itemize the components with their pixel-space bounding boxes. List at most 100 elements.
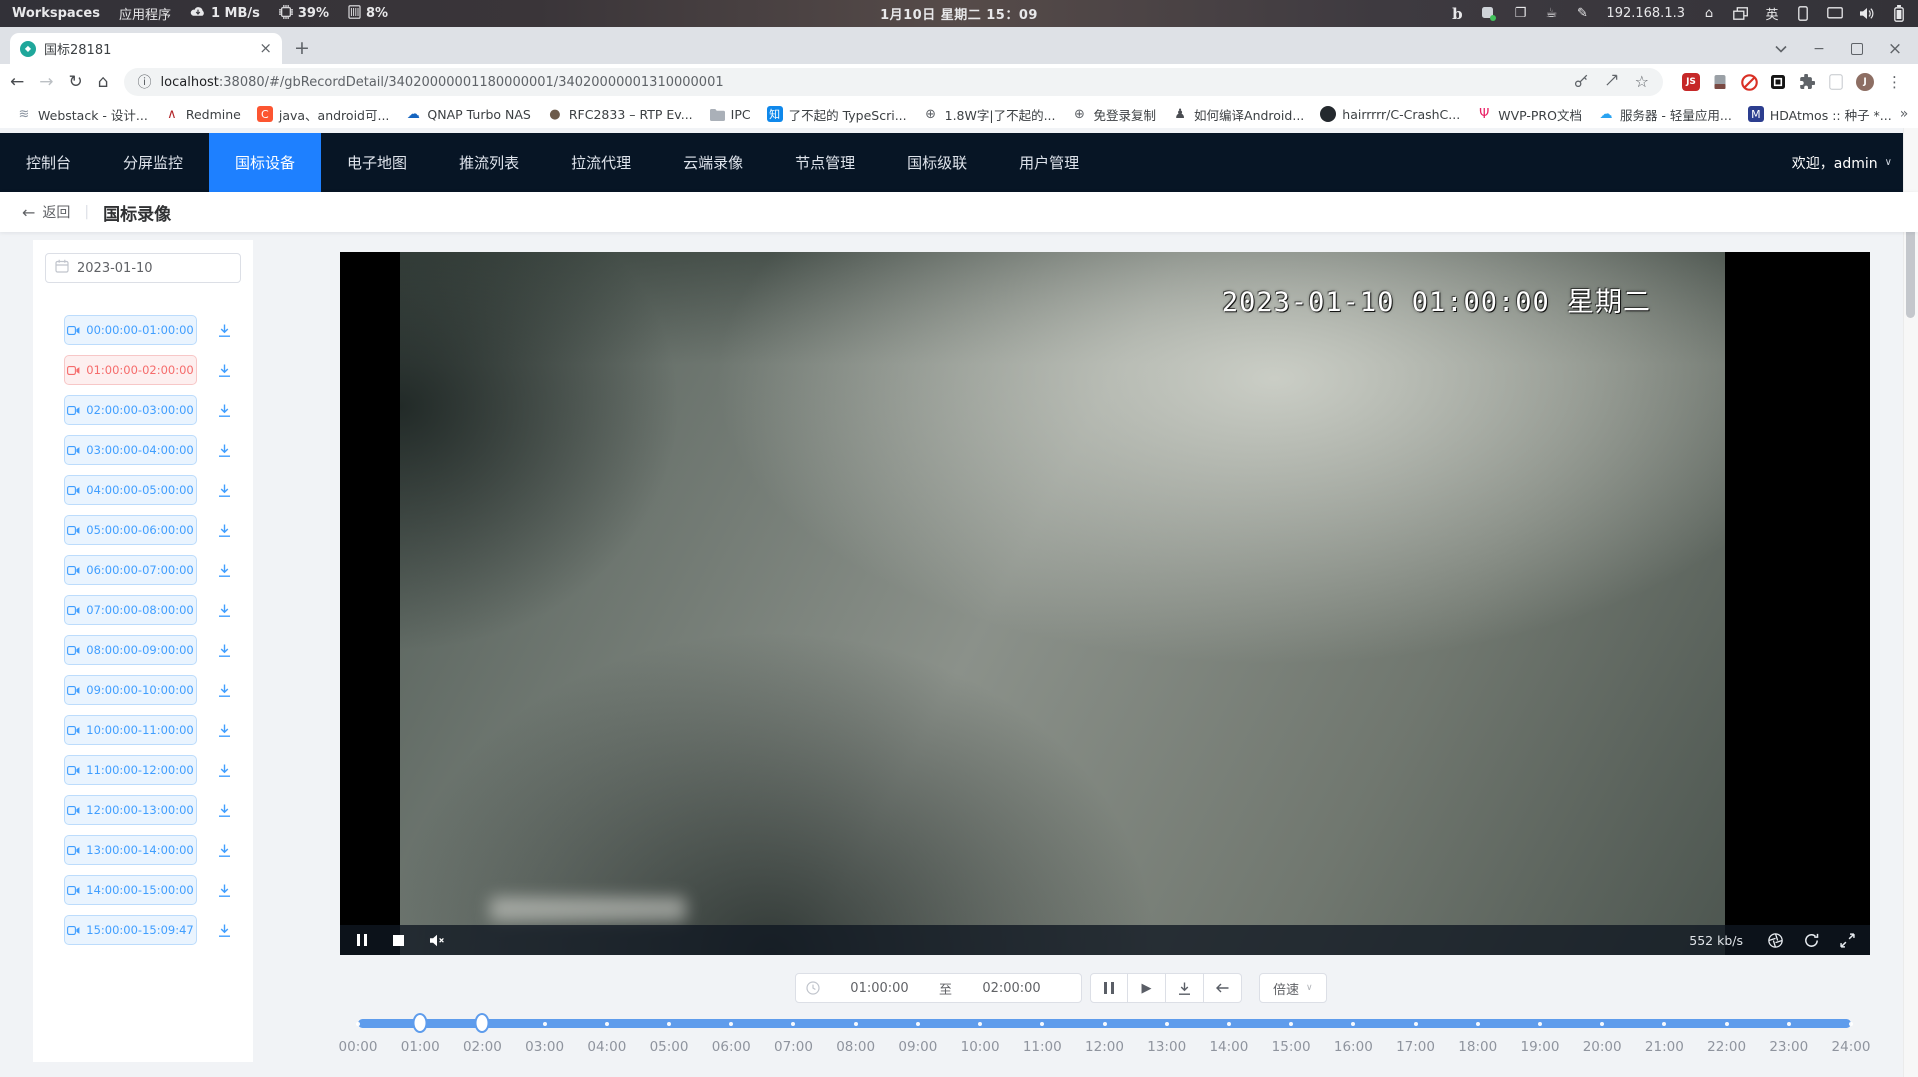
- ip-address[interactable]: 192.168.1.3: [1606, 5, 1685, 23]
- nav-tab-4[interactable]: 电子地图: [321, 133, 433, 192]
- download-record-icon[interactable]: [217, 563, 232, 578]
- download-record-icon[interactable]: [217, 523, 232, 538]
- video-player[interactable]: 2023-01-10 01:00:00 星期二 552 kb/s: [340, 252, 1870, 955]
- download-record-icon[interactable]: [217, 443, 232, 458]
- player-mute-icon[interactable]: [430, 934, 446, 947]
- download-record-icon[interactable]: [217, 403, 232, 418]
- record-time-button[interactable]: 11:00:00-12:00:00: [64, 755, 197, 785]
- clock[interactable]: 1月10日 星期二 15：09: [880, 4, 1038, 23]
- applications-menu[interactable]: 应用程序: [119, 4, 171, 23]
- fullscreen-icon[interactable]: [1840, 933, 1855, 948]
- download-button[interactable]: [1166, 973, 1204, 1003]
- browser-home-icon[interactable]: ⌂: [98, 74, 109, 91]
- bookmark-item[interactable]: ≋Webstack - 设计...: [8, 102, 156, 127]
- playback-speed-dropdown[interactable]: 倍速 ∨: [1259, 973, 1327, 1003]
- browser-menu-icon[interactable]: ⋮: [1885, 73, 1904, 91]
- download-record-icon[interactable]: [217, 803, 232, 818]
- record-time-button[interactable]: 05:00:00-06:00:00: [64, 515, 197, 545]
- tab-close-icon[interactable]: ×: [259, 41, 272, 56]
- download-record-icon[interactable]: [217, 763, 232, 778]
- record-time-button[interactable]: 13:00:00-14:00:00: [64, 835, 197, 865]
- tab-search-chevron-icon[interactable]: [1774, 42, 1788, 56]
- user-menu[interactable]: 欢迎，admin ∨: [1792, 153, 1918, 173]
- battery-icon[interactable]: [1892, 5, 1906, 23]
- bookmark-item[interactable]: Cjava、android可...: [249, 102, 398, 127]
- bookmark-star-icon[interactable]: ☆: [1635, 74, 1649, 90]
- bookmark-item[interactable]: hairrrrr/C-CrashC...: [1312, 103, 1468, 125]
- nav-tab-5[interactable]: 推流列表: [433, 133, 545, 192]
- coffee-cup-icon[interactable]: ☕: [1544, 5, 1558, 23]
- back-button[interactable]: ← 返回: [22, 202, 70, 222]
- input-method-indicator[interactable]: 英: [1765, 5, 1779, 23]
- address-bar[interactable]: ⓘ localhost:38080/#/gbRecordDetail/34020…: [124, 68, 1663, 96]
- record-time-button[interactable]: 02:00:00-03:00:00: [64, 395, 197, 425]
- password-key-icon[interactable]: [1574, 73, 1589, 92]
- bookmark-item[interactable]: ●RFC2833 – RTP Ev...: [539, 103, 701, 125]
- bing-icon[interactable]: b: [1450, 5, 1464, 23]
- timeline-handle[interactable]: [475, 1013, 490, 1033]
- end-time-input[interactable]: 02:00:00: [952, 981, 1071, 996]
- bookmark-item[interactable]: MHDAtmos :: 种子 *...: [1740, 102, 1900, 127]
- record-time-button[interactable]: 09:00:00-10:00:00: [64, 675, 197, 705]
- download-record-icon[interactable]: [217, 483, 232, 498]
- snapshot-aperture-icon[interactable]: [1768, 933, 1783, 948]
- player-stop-icon[interactable]: [393, 935, 404, 946]
- window-switcher-icon[interactable]: [1733, 5, 1748, 23]
- record-time-button[interactable]: 10:00:00-11:00:00: [64, 715, 197, 745]
- volume-icon[interactable]: [1860, 5, 1875, 23]
- bookmark-item[interactable]: ⊕1.8W字|了不起的...: [915, 102, 1064, 127]
- player-pause-icon[interactable]: [357, 934, 367, 946]
- bookmark-item[interactable]: ☁服务器 - 轻量应用...: [1590, 102, 1740, 127]
- nav-tab-1[interactable]: 控制台: [0, 133, 97, 192]
- pause-button[interactable]: [1090, 973, 1128, 1003]
- time-range-picker[interactable]: 01:00:00 至 02:00:00: [795, 973, 1082, 1003]
- start-time-input[interactable]: 01:00:00: [820, 981, 939, 996]
- new-tab-button[interactable]: +: [294, 39, 310, 58]
- bookmark-item[interactable]: ΨWVP-PRO文档: [1468, 102, 1590, 127]
- download-record-icon[interactable]: [217, 883, 232, 898]
- home-icon[interactable]: ⌂: [1702, 5, 1716, 23]
- player-refresh-icon[interactable]: [1804, 933, 1819, 948]
- download-record-icon[interactable]: [217, 323, 232, 338]
- js-extension-icon[interactable]: JS: [1682, 73, 1700, 91]
- display-icon[interactable]: [1827, 5, 1843, 23]
- download-record-icon[interactable]: [217, 843, 232, 858]
- nav-tab-3[interactable]: 国标设备: [209, 133, 321, 192]
- maximize-icon[interactable]: [1850, 42, 1864, 56]
- phone-link-icon[interactable]: [1796, 5, 1810, 23]
- bookmark-item[interactable]: 知了不起的 TypeScri...: [759, 102, 915, 127]
- clipboard-icon[interactable]: ❐: [1513, 5, 1527, 23]
- bookmark-item[interactable]: ♟如何编译Android...: [1164, 102, 1312, 127]
- record-time-button[interactable]: 06:00:00-07:00:00: [64, 555, 197, 585]
- bookmark-item[interactable]: ⊕免登录复制: [1064, 102, 1165, 127]
- back-icon[interactable]: ←: [10, 74, 24, 91]
- record-time-button[interactable]: 01:00:00-02:00:00: [64, 355, 197, 385]
- app-indicator-icon[interactable]: [1481, 5, 1496, 23]
- workspaces-button[interactable]: Workspaces: [12, 6, 100, 21]
- forward-icon[interactable]: →: [39, 74, 53, 91]
- notes-extension-icon[interactable]: [1827, 73, 1845, 91]
- record-time-button[interactable]: 03:00:00-04:00:00: [64, 435, 197, 465]
- page-scrollbar[interactable]: [1903, 128, 1918, 1077]
- password-extension-icon[interactable]: [1711, 73, 1729, 91]
- nav-tab-10[interactable]: 用户管理: [993, 133, 1105, 192]
- profile-avatar[interactable]: J: [1856, 73, 1874, 91]
- blocker-extension-icon[interactable]: [1740, 73, 1758, 91]
- browser-tab[interactable]: ◆ 国标28181 ×: [10, 33, 282, 64]
- record-time-button[interactable]: 00:00:00-01:00:00: [64, 315, 197, 345]
- site-info-icon[interactable]: ⓘ: [138, 72, 152, 92]
- reload-icon[interactable]: ↻: [69, 74, 83, 91]
- close-icon[interactable]: ×: [1888, 42, 1902, 56]
- download-record-icon[interactable]: [217, 363, 232, 378]
- nav-tab-9[interactable]: 国标级联: [881, 133, 993, 192]
- bookmarks-overflow-chevron[interactable]: »: [1900, 106, 1918, 122]
- date-picker[interactable]: 2023-01-10: [45, 253, 241, 283]
- record-time-button[interactable]: 04:00:00-05:00:00: [64, 475, 197, 505]
- download-record-icon[interactable]: [217, 643, 232, 658]
- download-record-icon[interactable]: [217, 683, 232, 698]
- record-time-button[interactable]: 14:00:00-15:00:00: [64, 875, 197, 905]
- nav-tab-7[interactable]: 云端录像: [657, 133, 769, 192]
- color-picker-icon[interactable]: ✎: [1575, 5, 1589, 23]
- record-time-button[interactable]: 12:00:00-13:00:00: [64, 795, 197, 825]
- bookmark-item[interactable]: ☁QNAP Turbo NAS: [397, 103, 538, 125]
